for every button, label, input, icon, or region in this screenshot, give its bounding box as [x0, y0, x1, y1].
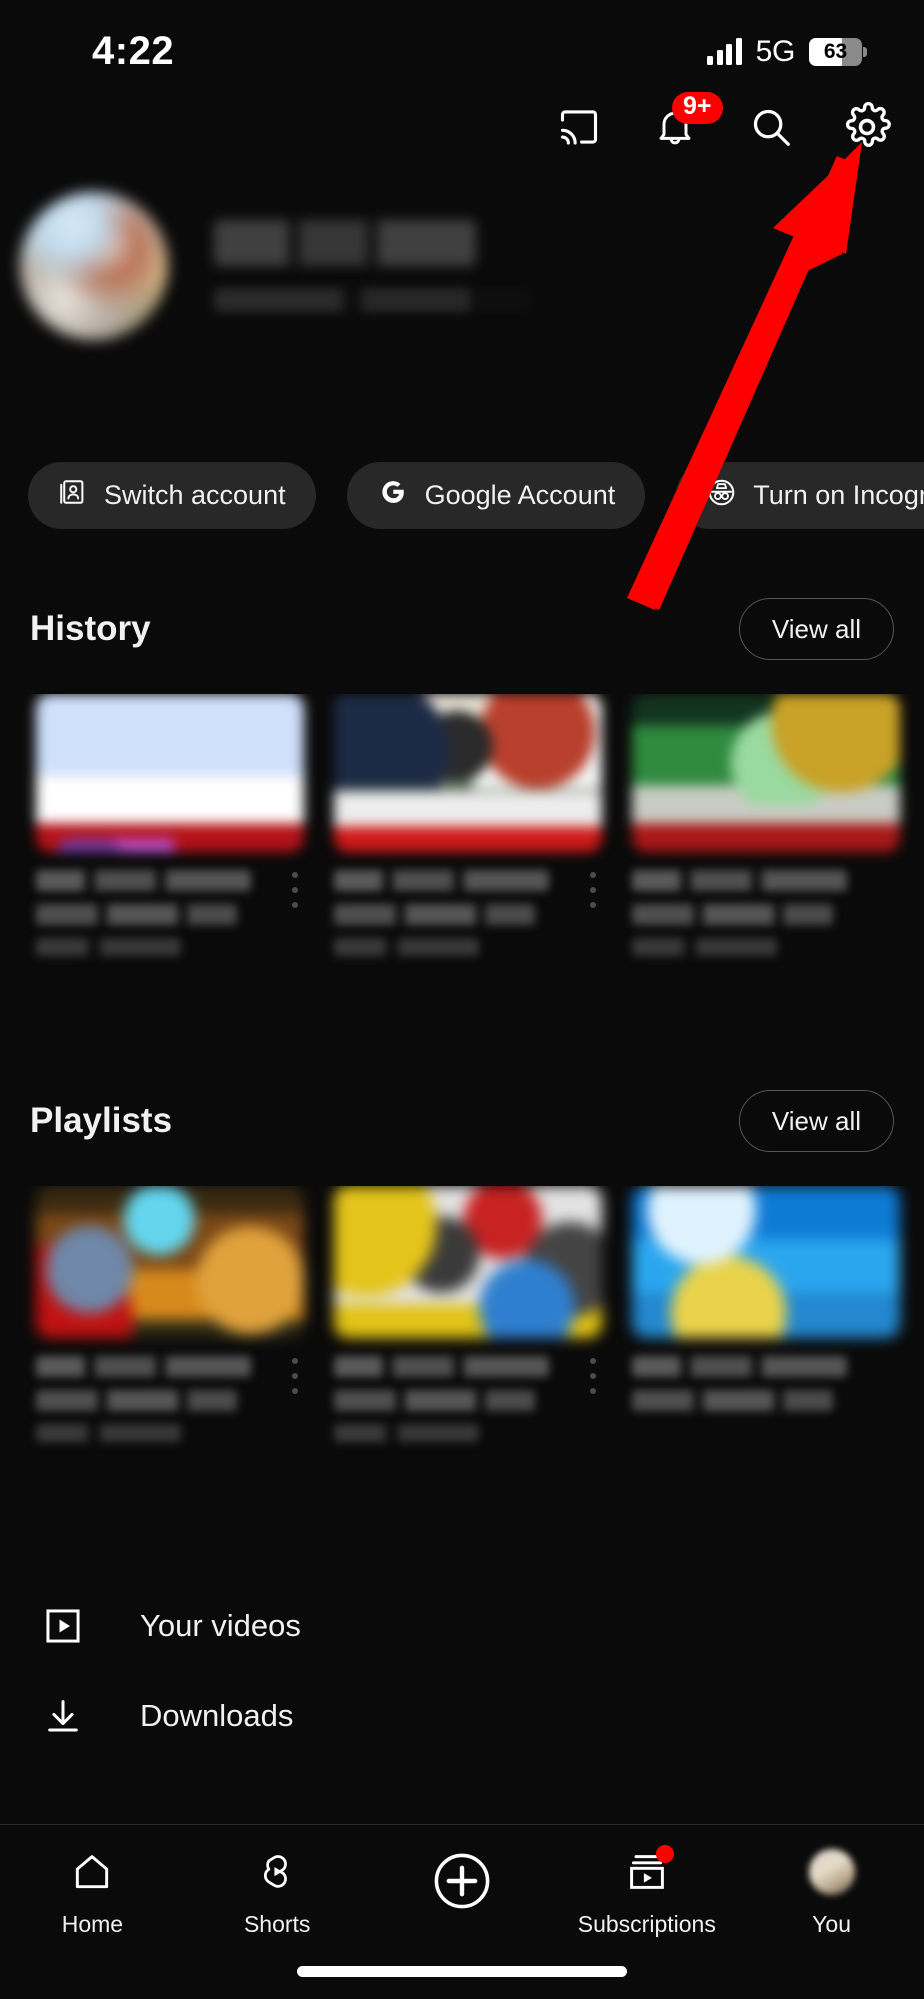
download-arrow-icon	[40, 1693, 86, 1739]
section-header-history: History View all	[0, 598, 924, 660]
chip-label: Switch account	[104, 480, 286, 510]
playlist-overflow-menu-icon[interactable]	[292, 1358, 300, 1394]
nav-label: You	[812, 1911, 851, 1937]
chip-label: Turn on Incognito	[753, 480, 924, 510]
status-bar-time: 4:22	[92, 28, 175, 73]
view-all-button-playlists[interactable]: View all	[738, 1090, 894, 1152]
nav-item-home[interactable]: Home	[0, 1847, 185, 1938]
top-action-bar: 9+	[550, 92, 896, 156]
video-thumbnail[interactable]	[36, 694, 304, 852]
subscriptions-icon	[622, 1845, 674, 1897]
signal-bars-icon	[707, 38, 742, 65]
create-plus-icon	[428, 1847, 496, 1915]
nav-label: Home	[61, 1911, 124, 1937]
video-thumbnail[interactable]	[632, 694, 900, 852]
home-icon	[67, 1847, 117, 1897]
nav-item-shorts[interactable]: Shorts	[185, 1847, 370, 1938]
profile-handle	[214, 288, 532, 312]
playlist-meta	[36, 1356, 304, 1442]
account-chips-row[interactable]: Switch account Google Account Turn on In…	[28, 462, 924, 529]
playlist-sub-line	[36, 1424, 182, 1442]
video-title-line	[36, 904, 238, 925]
nav-item-you[interactable]: You	[739, 1847, 924, 1938]
youtube-account-screen: 4:22 5G 63 9+ Switch account Google Acco…	[0, 0, 924, 1999]
playlist-meta	[334, 1356, 602, 1442]
playlist-title-line	[632, 1390, 834, 1411]
menu-item-label: Downloads	[140, 1698, 294, 1733]
video-card[interactable]	[334, 694, 602, 969]
video-overflow-menu-icon[interactable]	[590, 872, 598, 908]
search-icon[interactable]	[742, 98, 800, 156]
playlist-card[interactable]	[36, 1186, 304, 1455]
video-thumbnail[interactable]	[334, 694, 602, 852]
status-bar: 4:22 5G 63	[0, 0, 924, 96]
video-channel-line	[632, 938, 778, 956]
battery-percent-label: 63	[823, 40, 848, 63]
video-overflow-menu-icon[interactable]	[292, 872, 300, 908]
playlist-title-line	[334, 1390, 536, 1411]
status-bar-indicators: 5G 63	[707, 35, 867, 69]
playlist-meta	[632, 1356, 900, 1411]
menu-item-label: Your videos	[140, 1608, 301, 1643]
video-title-line	[334, 904, 536, 925]
playlist-card[interactable]	[632, 1186, 900, 1455]
section-title: History	[30, 609, 151, 648]
playlist-sub-line	[334, 1424, 480, 1442]
video-channel-line	[36, 938, 182, 956]
menu-item-downloads[interactable]: Downloads	[0, 1670, 924, 1762]
profile-name	[214, 220, 476, 266]
home-indicator	[297, 1966, 627, 1977]
video-title-line	[632, 904, 834, 925]
chip-google-account[interactable]: Google Account	[346, 462, 646, 529]
video-card[interactable]	[632, 694, 900, 969]
chip-label: Google Account	[424, 480, 616, 510]
nav-label: Subscriptions	[577, 1911, 716, 1937]
video-title-line	[334, 870, 550, 891]
playlist-thumbnail[interactable]	[632, 1186, 900, 1338]
nav-label: Shorts	[243, 1911, 311, 1937]
playlist-card[interactable]	[334, 1186, 602, 1455]
menu-item-your-videos[interactable]: Your videos	[0, 1580, 924, 1672]
battery-icon: 63	[809, 38, 867, 66]
video-title-line	[36, 870, 252, 891]
playlist-overflow-menu-icon[interactable]	[590, 1358, 598, 1394]
video-meta	[632, 870, 900, 956]
history-shelf[interactable]	[0, 694, 924, 969]
chip-turn-on-incognito[interactable]: Turn on Incognito	[676, 462, 924, 529]
video-channel-line	[334, 938, 480, 956]
switch-account-icon	[58, 477, 88, 514]
avatar[interactable]	[20, 192, 168, 340]
google-g-icon	[377, 476, 409, 515]
playlist-title-line	[334, 1356, 550, 1377]
playlist-title-line	[632, 1356, 848, 1377]
you-avatar-icon	[807, 1847, 857, 1897]
cast-icon[interactable]	[550, 98, 608, 156]
playlist-title-line	[36, 1390, 238, 1411]
settings-gear-icon[interactable]	[838, 98, 896, 156]
play-square-icon	[40, 1603, 86, 1649]
playlist-thumbnail[interactable]	[36, 1186, 304, 1338]
video-title-line	[632, 870, 848, 891]
video-meta	[36, 870, 304, 956]
shorts-icon	[252, 1847, 302, 1897]
playlist-title-line	[36, 1356, 252, 1377]
nav-item-create[interactable]	[370, 1847, 555, 1929]
view-all-button-history[interactable]: View all	[738, 598, 894, 660]
chip-switch-account[interactable]: Switch account	[28, 462, 316, 529]
network-type-label: 5G	[755, 35, 796, 68]
profile-header[interactable]	[20, 192, 532, 340]
playlists-shelf[interactable]	[0, 1186, 924, 1455]
notifications-bell-icon[interactable]: 9+	[646, 92, 723, 156]
section-header-playlists: Playlists View all	[0, 1090, 924, 1152]
section-title: Playlists	[30, 1101, 173, 1140]
subscriptions-badge-dot	[655, 1845, 674, 1863]
profile-text	[214, 220, 532, 312]
nav-item-subscriptions[interactable]: Subscriptions	[554, 1845, 739, 1938]
video-card[interactable]	[36, 694, 304, 969]
playlist-thumbnail[interactable]	[334, 1186, 602, 1338]
notification-badge: 9+	[672, 92, 723, 124]
video-meta	[334, 870, 602, 956]
incognito-icon	[706, 477, 737, 515]
